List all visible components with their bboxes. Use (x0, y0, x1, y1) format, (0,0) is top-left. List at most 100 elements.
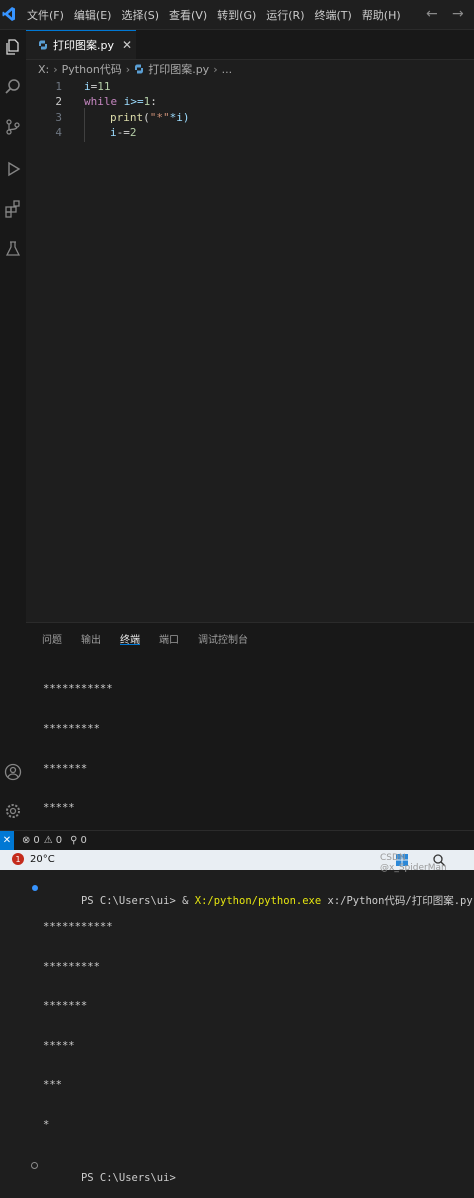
forward-arrow-icon[interactable]: → (452, 6, 464, 22)
terminal-line: ******* (43, 762, 88, 775)
close-icon[interactable]: ✕ (122, 38, 132, 52)
terminal-prompt-line: PS C:\Users\ui> (31, 1159, 473, 1184)
temperature: 20°C (30, 853, 55, 865)
terminal-command-amp: & (182, 894, 195, 907)
terminal-output[interactable]: *********** ********* ******* ***** *** … (31, 657, 473, 1198)
code-token: i (110, 126, 117, 139)
menu-terminal[interactable]: 终端(T) (310, 7, 357, 23)
terminal-line: ***** (43, 802, 75, 815)
chevron-right-icon: › (53, 62, 58, 76)
menu-view[interactable]: 查看(V) (164, 7, 212, 23)
remote-indicator-icon[interactable]: ✕ (0, 830, 14, 851)
code-token: print (110, 111, 144, 124)
tab-debug-console[interactable]: 调试控制台 (198, 627, 248, 646)
weather-widget[interactable]: 1 20°C (12, 853, 55, 865)
indent-guide (84, 108, 85, 142)
terminal-command-arg: x:/Python代码/打印图案.py (321, 894, 473, 907)
terminal-line: *********** (43, 920, 113, 933)
python-file-icon (39, 40, 47, 50)
menu-selection[interactable]: 选择(S) (116, 7, 164, 23)
vscode-logo-icon (2, 7, 15, 21)
breadcrumb-folder[interactable]: Python代码 (62, 61, 122, 77)
code-token: 11 (97, 80, 111, 93)
breadcrumb: X: › Python代码 › 打印图案.py › ... (38, 60, 232, 78)
terminal-line: *********** (43, 683, 113, 696)
warning-icon: ⚠ (43, 835, 53, 846)
terminal-line: *** (43, 1079, 62, 1092)
problems-status[interactable]: ⊗ 0 ⚠ 0 (22, 835, 62, 846)
os-taskbar: 1 20°C CSDN @x_SpiderMan (0, 850, 474, 873)
menu-go[interactable]: 转到(G) (212, 7, 261, 23)
tab-print-pattern-py[interactable]: 打印图案.py ✕ (26, 30, 136, 59)
tab-ports[interactable]: 端口 (159, 627, 179, 646)
terminal-line: ********* (43, 723, 100, 735)
ports-status[interactable]: ⚲ 0 (70, 835, 87, 846)
activity-bar (0, 30, 26, 830)
tab-terminal[interactable]: 终端 (120, 627, 140, 646)
code-line-1[interactable]: i=11 (84, 80, 111, 93)
tab-output[interactable]: 输出 (81, 627, 101, 646)
menu-help[interactable]: 帮助(H) (357, 7, 406, 23)
source-control-icon[interactable] (0, 112, 26, 142)
status-bar: ✕ ⊗ 0 ⚠ 0 ⚲ 0 (0, 830, 474, 851)
terminal-prompt: PS C:\Users\ui> (80, 894, 183, 907)
menu-edit[interactable]: 编辑(E) (69, 7, 117, 23)
menu-run[interactable]: 运行(R) (261, 7, 309, 23)
editor-tab-bar: 打印图案.py ✕ (26, 30, 474, 60)
back-arrow-icon[interactable]: ← (426, 6, 438, 22)
code-line-4[interactable]: i-=2 (110, 126, 137, 139)
line-number: 2 (55, 95, 62, 108)
panel-tabs: 问题 输出 终端 端口 调试控制台 (42, 627, 267, 649)
error-count: 0 (33, 835, 40, 846)
code-token: ( (143, 111, 150, 124)
testing-icon[interactable] (0, 234, 26, 264)
explorer-icon[interactable] (0, 32, 26, 62)
terminal-line: ********* (43, 960, 100, 973)
code-editor[interactable]: 1 2 3 4 i=11 while i>=1: print("*"*i) i-… (26, 78, 474, 618)
menu-bar: 文件(F) 编辑(E) 选择(S) 查看(V) 转到(G) 运行(R) 终端(T… (0, 0, 474, 30)
error-icon: ⊗ (22, 835, 31, 846)
chevron-right-icon: › (125, 62, 131, 76)
tab-label: 打印图案.py (53, 39, 114, 52)
breadcrumb-drive[interactable]: X: (38, 63, 49, 76)
code-line-2[interactable]: while i>=1: (84, 95, 157, 108)
notification-badge: 1 (12, 853, 24, 865)
code-token: "*" (149, 111, 170, 124)
line-number: 3 (55, 111, 62, 124)
code-token: 2 (129, 126, 137, 139)
code-token: : (150, 95, 157, 108)
menu-file[interactable]: 文件(F) (22, 7, 69, 23)
run-debug-icon[interactable] (0, 154, 26, 184)
code-token: while (84, 95, 118, 108)
terminal-command-line: PS C:\Users\ui> & X:/python/python.exe x… (32, 881, 473, 907)
account-icon[interactable] (0, 757, 26, 787)
code-line-3[interactable]: print("*"*i) (110, 111, 190, 124)
code-token: *i) (169, 111, 190, 124)
command-success-dot-icon[interactable] (32, 885, 38, 892)
breadcrumb-file[interactable]: 打印图案.py (148, 61, 209, 77)
code-token: i>= (117, 95, 144, 108)
line-number: 1 (55, 80, 62, 93)
python-file-icon (135, 64, 144, 74)
search-icon[interactable] (0, 72, 26, 102)
broadcast-icon: ⚲ (70, 835, 78, 846)
terminal-line: ***** (43, 1039, 75, 1052)
terminal-line: * (43, 1118, 50, 1131)
breadcrumb-more[interactable]: ... (222, 63, 233, 76)
bottom-panel: 问题 输出 终端 端口 调试控制台 *********** ********* … (26, 622, 474, 1184)
line-number: 4 (55, 126, 62, 139)
terminal-final-prompt: PS C:\Users\ui> (80, 1171, 176, 1184)
warning-count: 0 (55, 835, 63, 846)
code-token: -= (116, 126, 130, 139)
ports-count: 0 (80, 835, 87, 846)
chevron-right-icon: › (213, 62, 218, 76)
menu-items: 文件(F) 编辑(E) 选择(S) 查看(V) 转到(G) 运行(R) 终端(T… (22, 0, 406, 29)
code-token: i (84, 80, 91, 93)
settings-gear-icon[interactable] (0, 796, 26, 826)
command-pending-dot-icon[interactable] (31, 1161, 38, 1169)
terminal-command-exe: X:/python/python.exe (194, 894, 322, 907)
extensions-icon[interactable] (0, 194, 26, 224)
watermark: CSDN @x_SpiderMan (380, 853, 447, 873)
terminal-line: ******* (43, 1000, 88, 1013)
tab-problems[interactable]: 问题 (42, 627, 62, 646)
